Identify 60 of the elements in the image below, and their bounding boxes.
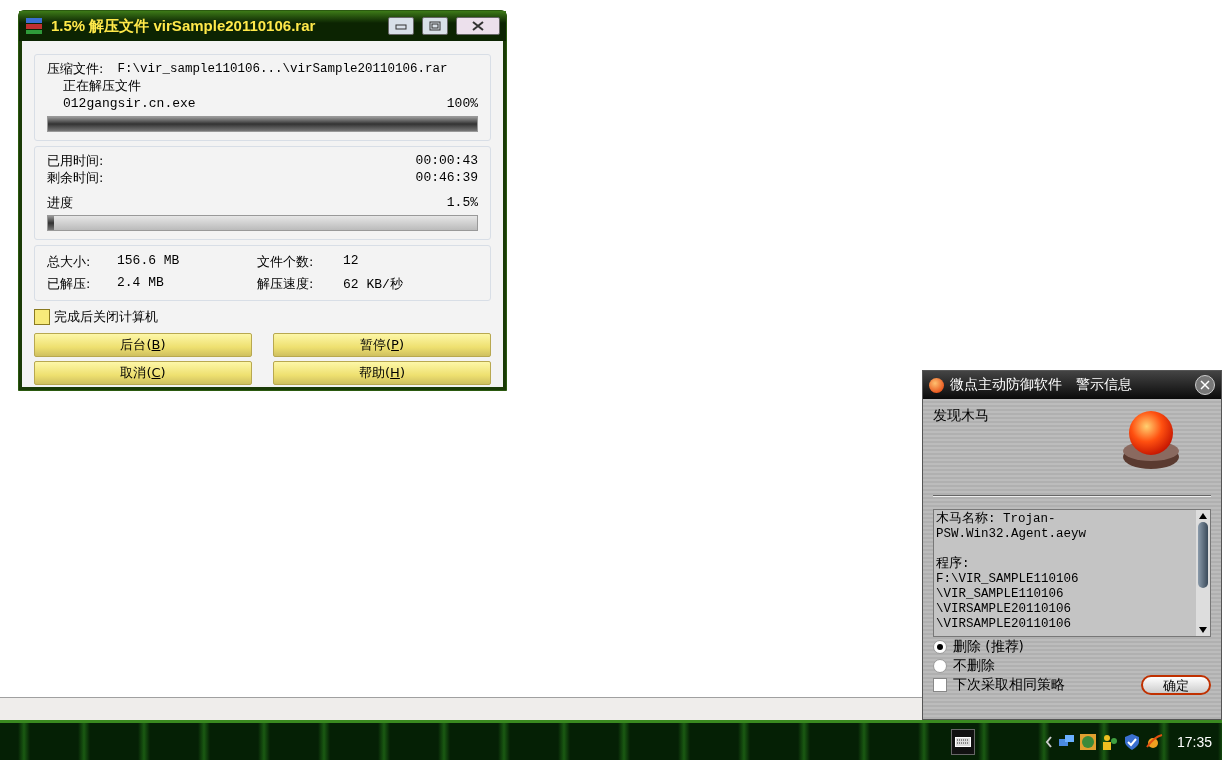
lamp-icon — [929, 377, 944, 393]
stat-value: 12 — [343, 253, 359, 270]
close-icon — [472, 21, 484, 31]
minimize-button[interactable] — [388, 17, 414, 35]
detail-line: \VIRSAMPLE20110106 — [936, 617, 1072, 631]
action-button[interactable]: 取消(C) — [34, 361, 252, 385]
elapsed-label: 已用时间: — [47, 151, 104, 170]
remaining-label: 剩余时间: — [47, 168, 104, 187]
detail-line: \VIR_SAMPLE110106 — [936, 587, 1064, 601]
stat-label: 已解压: — [47, 275, 92, 293]
close-icon — [1200, 380, 1210, 390]
chevron-icon[interactable] — [1044, 735, 1053, 748]
remaining-time: 00:46:39 — [415, 170, 478, 185]
checkbox-label: 下次采取相同策略 — [953, 676, 1065, 694]
scrollbar[interactable] — [1196, 510, 1210, 636]
detail-line: F:\VIR_SAMPLE110106 — [936, 572, 1079, 586]
keyboard-icon[interactable] — [950, 728, 975, 755]
scroll-down-icon[interactable] — [1199, 627, 1207, 633]
restore-icon — [429, 21, 441, 31]
checkbox[interactable] — [34, 309, 50, 325]
radio-button[interactable] — [933, 639, 947, 654]
action-button[interactable]: 后台(B) — [34, 333, 252, 357]
books-icon — [25, 17, 43, 35]
checkbox[interactable] — [933, 678, 947, 692]
shield-icon[interactable] — [1122, 732, 1141, 751]
radio-label: 删除 (推荐) — [953, 637, 1024, 656]
stat-label: 文件个数: — [257, 253, 315, 271]
elapsed-time: 00:00:43 — [415, 153, 478, 168]
close-button[interactable] — [456, 17, 500, 35]
stat-value: 2.4 MB — [117, 275, 164, 292]
progress-label: 进度 — [47, 193, 73, 212]
checkbox-label: 完成后关闭计算机 — [54, 308, 158, 326]
alert-heading: 发现木马 — [933, 407, 989, 425]
detail-line: 木马名称: Trojan- — [936, 512, 1056, 526]
action-button[interactable]: 帮助(H) — [273, 361, 491, 385]
archive-label: 压缩文件: — [47, 59, 104, 78]
radio-label: 不删除 — [953, 656, 995, 675]
detail-line: 程序: — [936, 557, 970, 571]
stat-value: 156.6 MB — [117, 253, 180, 270]
maximize-button[interactable] — [422, 17, 448, 35]
window-title: 微点主动防御软件 警示信息 — [950, 376, 1133, 394]
stat-value: 62 KB/秒 — [343, 276, 403, 293]
stat-label: 总大小: — [47, 253, 92, 271]
status-text: 正在解压文件 — [62, 77, 142, 95]
action-button[interactable]: 暂停(P) — [273, 333, 491, 357]
detail-line: \VIRSAMPLE20110106 — [936, 602, 1072, 616]
radio-button[interactable] — [933, 658, 947, 673]
window-title: 1.5% 解压文件 virSample20110106.rar — [51, 16, 317, 36]
file-percent: 100% — [446, 96, 478, 111]
detail-line: PSW.Win32.Agent.aeyw — [936, 527, 1087, 541]
scroll-up-icon[interactable] — [1199, 513, 1207, 519]
users-icon[interactable] — [1100, 732, 1119, 751]
stat-label: 解压速度: — [257, 275, 315, 293]
ok-button[interactable]: 确定 — [1141, 675, 1211, 695]
orbit-icon[interactable] — [1144, 732, 1163, 751]
archive-path: F:\vir_sample110106...\virSample20110106.rar — [117, 61, 448, 76]
file-name: 012gangsir.cn.exe — [63, 96, 196, 111]
progress-percent: 1.5% — [446, 195, 478, 210]
clock: 17:35 — [1176, 733, 1212, 750]
minimize-icon — [395, 22, 407, 30]
